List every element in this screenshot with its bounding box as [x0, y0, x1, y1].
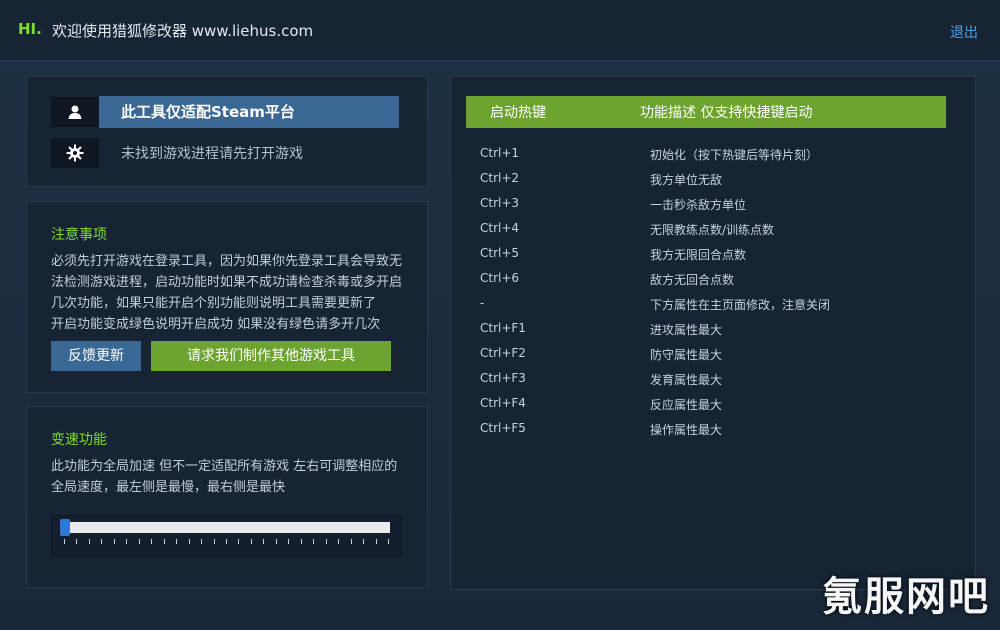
slider-tick — [176, 539, 178, 544]
hotkey-cell: Ctrl+6 — [480, 271, 520, 285]
user-icon — [51, 97, 99, 127]
table-row: Ctrl+F5 操作属性最大 — [466, 418, 946, 440]
notice-title: 注意事项 — [51, 227, 107, 243]
table-row: Ctrl+F4 反应属性最大 — [466, 393, 946, 415]
description-cell: 反应属性最大 — [650, 398, 723, 412]
slider-tick — [201, 539, 203, 544]
slider-tick — [325, 539, 327, 544]
description-cell: 无限教练点数/训练点数 — [650, 223, 775, 237]
slider-tick — [226, 539, 227, 544]
speed-panel: 变速功能 此功能为全局加速 但不一定适配所有游戏 左右可调整相应的 全局速度，最… — [26, 406, 428, 588]
table-row: Ctrl+3 一击秒杀敌方单位 — [466, 193, 946, 215]
notice-line: 开启功能变成绿色说明开启成功 如果没有绿色请多开几次 — [51, 317, 381, 332]
slider-tick — [88, 539, 90, 544]
slider-tick — [250, 539, 252, 544]
description-cell: 下方属性在主页面修改，注意关闭 — [650, 298, 831, 312]
slider-tick — [350, 539, 352, 544]
description-cell: 敌方无回合点数 — [650, 273, 735, 287]
hotkey-cell: - — [480, 296, 485, 310]
slider-tick — [363, 539, 365, 544]
slider-ticks — [64, 539, 389, 545]
speed-title: 变速功能 — [51, 432, 107, 448]
speed-line: 全局速度，最左侧是最慢，最右侧是最快 — [51, 480, 286, 495]
header-hotkey: 启动热键 — [490, 105, 546, 121]
table-row: Ctrl+1 初始化（按下热键后等待片刻） — [466, 143, 946, 165]
slider-tick — [375, 539, 377, 544]
notice-line: 法检测游戏进程，启动功能时如果不成功请检查杀毒或多开启 — [51, 275, 403, 290]
slider-tick — [138, 539, 140, 544]
request-tool-button[interactable]: 请求我们制作其他游戏工具 — [151, 341, 391, 371]
table-row: Ctrl+F2 防守属性最大 — [466, 343, 946, 365]
slider-tick — [188, 539, 190, 544]
slider-tick — [101, 539, 103, 544]
watermark-logo: 氪服网吧 — [822, 574, 990, 620]
platform-row: 此工具仅适配Steam平台 — [51, 96, 399, 128]
speed-line: 此功能为全局加速 但不一定适配所有游戏 左右可调整相应的 — [51, 459, 398, 474]
hotkey-cell: Ctrl+2 — [480, 171, 520, 185]
speed-text: 此功能为全局加速 但不一定适配所有游戏 左右可调整相应的 全局速度，最左侧是最慢… — [51, 456, 411, 498]
slider-tick — [338, 539, 340, 544]
hotkey-cell: Ctrl+3 — [480, 196, 520, 210]
description-cell: 我方无限回合点数 — [650, 248, 747, 262]
slider-tick — [288, 539, 290, 544]
description-cell: 一击秒杀敌方单位 — [650, 198, 747, 212]
hotkey-cell: Ctrl+5 — [480, 246, 520, 260]
slider-tick — [64, 539, 65, 544]
slider-tick — [275, 539, 277, 544]
table-row: Ctrl+4 无限教练点数/训练点数 — [466, 218, 946, 240]
notice-panel: 注意事项 必须先打开游戏在登录工具，因为如果你先登录工具会导致无 法检测游戏进程… — [26, 201, 428, 393]
slider-tick — [263, 539, 265, 544]
slider-tick — [300, 539, 302, 544]
slider-tick — [388, 539, 389, 544]
header-description: 功能描述 仅支持快捷键启动 — [640, 105, 813, 121]
app-title: 欢迎使用猎狐修改器 www.liehus.com — [52, 22, 314, 40]
hotkey-cell: Ctrl+F4 — [480, 396, 526, 410]
slider-tick — [213, 539, 215, 544]
slider-tick — [151, 539, 153, 544]
table-row: - 下方属性在主页面修改，注意关闭 — [466, 293, 946, 315]
title-bar: HI. 欢迎使用猎狐修改器 www.liehus.com 退出 — [0, 0, 1000, 61]
hotkey-cell: Ctrl+4 — [480, 221, 520, 235]
status-panel: 此工具仅适配Steam平台 未找到游戏进程请先打开游戏 — [26, 76, 428, 187]
process-row: 未找到游戏进程请先打开游戏 — [51, 138, 303, 168]
table-row: Ctrl+5 我方无限回合点数 — [466, 243, 946, 265]
hotkey-cell: Ctrl+F1 — [480, 321, 526, 335]
logout-link[interactable]: 退出 — [950, 22, 978, 42]
table-row: Ctrl+2 我方单位无敌 — [466, 168, 946, 190]
hotkey-cell: Ctrl+F5 — [480, 421, 526, 435]
hotkey-cell: Ctrl+1 — [480, 146, 520, 160]
gear-icon — [51, 138, 99, 168]
description-cell: 初始化（按下热键后等待片刻） — [650, 148, 819, 162]
slider-tick — [238, 539, 240, 544]
hotkey-table-header: 启动热键 功能描述 仅支持快捷键启动 — [466, 96, 946, 128]
process-status: 未找到游戏进程请先打开游戏 — [121, 146, 303, 162]
slider-tick — [163, 539, 165, 544]
table-row: Ctrl+6 敌方无回合点数 — [466, 268, 946, 290]
hotkey-panel: 启动热键 功能描述 仅支持快捷键启动 Ctrl+1 初始化（按下热键后等待片刻） … — [450, 76, 976, 590]
table-row: Ctrl+F3 发育属性最大 — [466, 368, 946, 390]
slider-track[interactable] — [62, 522, 390, 533]
hotkey-cell: Ctrl+F2 — [480, 346, 526, 360]
slider-tick — [113, 539, 115, 544]
slider-tick — [76, 539, 78, 544]
slider-tick — [313, 539, 315, 544]
description-cell: 我方单位无敌 — [650, 173, 723, 187]
description-cell: 发育属性最大 — [650, 373, 723, 387]
greeting: HI. — [18, 20, 42, 38]
feedback-button[interactable]: 反馈更新 — [51, 341, 141, 371]
description-cell: 操作属性最大 — [650, 423, 723, 437]
table-row: Ctrl+F1 进攻属性最大 — [466, 318, 946, 340]
description-cell: 防守属性最大 — [650, 348, 723, 362]
notice-text: 必须先打开游戏在登录工具，因为如果你先登录工具会导致无 法检测游戏进程，启动功能… — [51, 251, 411, 335]
platform-notice: 此工具仅适配Steam平台 — [99, 96, 399, 128]
notice-line: 几次功能，如果只能开启个别功能则说明工具需要更新了 — [51, 296, 377, 311]
slider-tick — [126, 539, 128, 544]
notice-line: 必须先打开游戏在登录工具，因为如果你先登录工具会导致无 — [51, 254, 403, 269]
speed-slider[interactable] — [51, 515, 401, 557]
slider-handle[interactable] — [60, 519, 70, 536]
description-cell: 进攻属性最大 — [650, 323, 723, 337]
hotkey-cell: Ctrl+F3 — [480, 371, 526, 385]
